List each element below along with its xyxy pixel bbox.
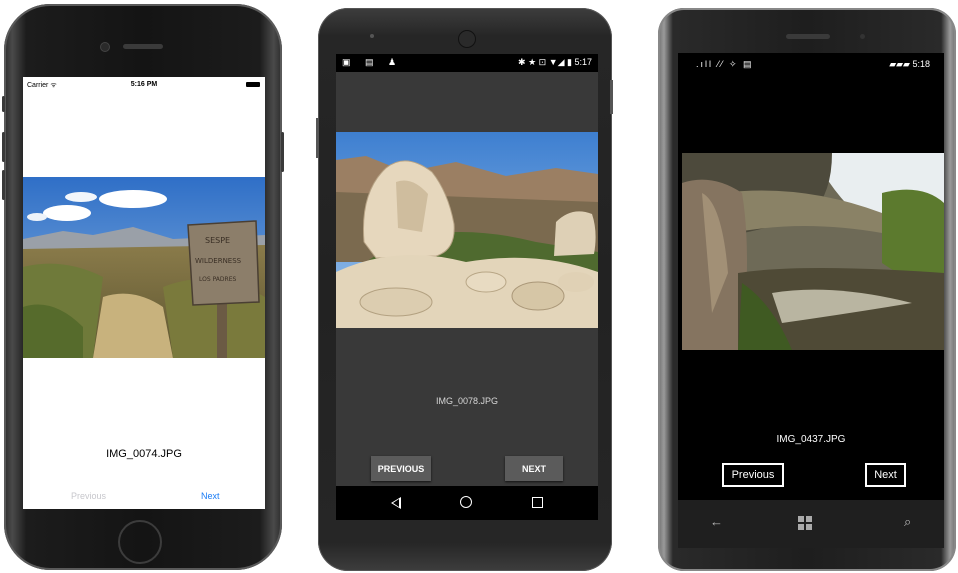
- photo-image: [336, 132, 598, 328]
- volume-down-button: [2, 170, 5, 200]
- back-icon[interactable]: [391, 497, 401, 509]
- svg-text:SESPE: SESPE: [205, 236, 230, 245]
- photo-image: [682, 153, 944, 350]
- mute-switch: [2, 96, 5, 112]
- ios-status-bar: Carrier ᯤ 5:16 PM: [23, 77, 265, 93]
- back-icon[interactable]: ←: [710, 514, 723, 529]
- earpiece-speaker: [123, 44, 163, 49]
- ios-screen: Carrier ᯤ 5:16 PM SESPE WILDERNESS LOS P…: [23, 77, 265, 509]
- front-camera: [100, 42, 110, 52]
- android-screen: ▣ ▤ ♟ ✱ ★ ⊡ ▼◢ ▮ 5:17 IMG_0078.JPG PREVI…: [336, 54, 598, 520]
- next-button[interactable]: NEXT: [505, 456, 563, 481]
- previous-button[interactable]: Previous: [71, 491, 106, 501]
- volume-button: [316, 118, 319, 158]
- previous-button[interactable]: PREVIOUS: [371, 456, 431, 481]
- image-caption: IMG_0074.JPG: [106, 448, 182, 460]
- power-button: [281, 132, 284, 172]
- windows-phone-device: .ıll ⁄⁄ ✧ ▤ ▰▰▰ 5:18 IMG_0437.JPG Previo…: [658, 8, 956, 571]
- android-device: ▣ ▤ ♟ ✱ ★ ⊡ ▼◢ ▮ 5:17 IMG_0078.JPG PREVI…: [316, 8, 613, 571]
- android-nav-bar: [336, 486, 598, 520]
- volume-up-button: [2, 132, 5, 162]
- home-icon[interactable]: [460, 496, 472, 508]
- photo-image: SESPE WILDERNESS LOS PADRES: [23, 177, 265, 358]
- status-right: ✱ ★ ⊡ ▼◢ ▮ 5:17: [518, 57, 592, 67]
- wp-screen: .ıll ⁄⁄ ✧ ▤ ▰▰▰ 5:18 IMG_0437.JPG Previo…: [678, 53, 944, 500]
- image-caption: IMG_0078.JPG: [435, 396, 499, 406]
- status-right: ▰▰▰ 5:18: [889, 59, 930, 69]
- iphone-device: Carrier ᯤ 5:16 PM SESPE WILDERNESS LOS P…: [2, 4, 284, 570]
- image-caption: IMG_0437.JPG: [776, 434, 846, 445]
- home-button[interactable]: [118, 520, 162, 564]
- next-button[interactable]: Next: [865, 463, 906, 487]
- svg-text:LOS PADRES: LOS PADRES: [199, 276, 236, 283]
- power-button: [610, 80, 613, 114]
- next-button[interactable]: Next: [201, 491, 220, 501]
- recents-icon[interactable]: [532, 497, 543, 508]
- search-icon[interactable]: ⌕: [904, 514, 911, 530]
- notification-icons: ▣ ▤ ♟: [342, 57, 403, 67]
- windows-start-icon[interactable]: [798, 516, 812, 530]
- sensor-dot: [370, 34, 374, 38]
- battery-icon: [246, 82, 260, 87]
- status-time: 5:16 PM: [130, 81, 158, 88]
- android-status-bar: ▣ ▤ ♟ ✱ ★ ⊡ ▼◢ ▮ 5:17: [336, 54, 598, 72]
- wp-status-bar: .ıll ⁄⁄ ✧ ▤ ▰▰▰ 5:18: [678, 53, 944, 77]
- front-camera: [458, 30, 476, 48]
- previous-button[interactable]: Previous: [722, 463, 784, 487]
- earpiece-speaker: [786, 34, 830, 39]
- front-camera: [860, 34, 865, 39]
- wp-nav-bar: ← ⌕: [678, 500, 944, 548]
- signal-icons: .ıll ⁄⁄ ✧ ▤: [696, 59, 754, 69]
- svg-text:WILDERNESS: WILDERNESS: [195, 257, 242, 265]
